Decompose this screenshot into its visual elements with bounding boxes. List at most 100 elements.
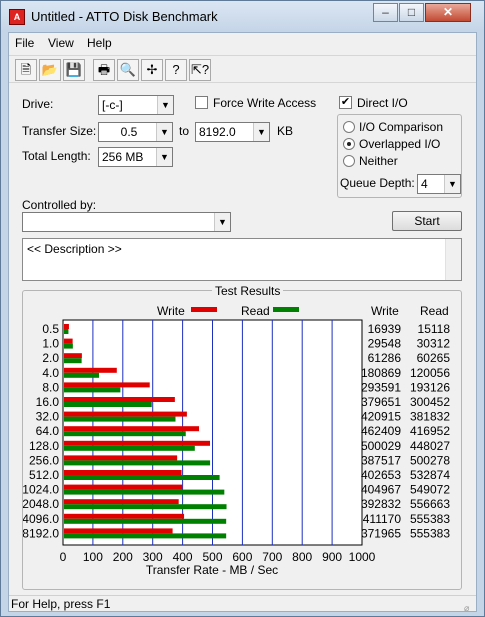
transfer-size-label: 32.0 bbox=[36, 410, 60, 424]
read-bar bbox=[64, 518, 227, 524]
chevron-down-icon[interactable]: ▼ bbox=[444, 175, 460, 193]
client-area: File View Help 🗎 📂 💾 🖶 🔍 ✢ ? ⇱? Drive: [… bbox=[8, 32, 477, 613]
app-window: A Untitled - ATTO Disk Benchmark – □ ✕ F… bbox=[0, 0, 485, 617]
transfer-size-label: 512.0 bbox=[29, 468, 59, 482]
write-legend-swatch bbox=[191, 307, 217, 312]
read-rate-value: 549072 bbox=[410, 483, 450, 497]
save-icon[interactable]: 💾 bbox=[63, 59, 85, 81]
read-bar bbox=[64, 358, 82, 364]
read-rate-value: 416952 bbox=[410, 424, 450, 438]
write-bar bbox=[64, 484, 183, 490]
write-bar bbox=[64, 353, 82, 359]
transfer-size-label: 4096.0 bbox=[23, 512, 59, 526]
close-button[interactable]: ✕ bbox=[425, 3, 471, 22]
write-bar bbox=[64, 513, 185, 519]
settings-panel: Drive: [-c-] ▼ Force Write Access ✔ Dire… bbox=[9, 84, 476, 592]
context-help-icon[interactable]: ⇱? bbox=[189, 59, 211, 81]
transfer-rate-chart: Write Read Write Read 0.5 16939 15118 1.0 29… bbox=[23, 304, 451, 577]
read-bar bbox=[64, 460, 211, 466]
controlled-by-select[interactable]: ▼ bbox=[22, 212, 231, 232]
test-results-group: Test Results Write Read Write Read 0.5 16… bbox=[22, 284, 462, 590]
read-rate-value: 60265 bbox=[417, 351, 451, 365]
read-rate-value: 381832 bbox=[410, 410, 450, 424]
transfer-size-label: 8192.0 bbox=[23, 526, 59, 540]
print-preview-icon[interactable]: 🔍 bbox=[117, 59, 139, 81]
write-rate-value: 387517 bbox=[361, 453, 401, 467]
menu-view[interactable]: View bbox=[48, 36, 74, 50]
write-bar bbox=[64, 470, 182, 475]
title-bar[interactable]: A Untitled - ATTO Disk Benchmark – □ ✕ bbox=[1, 1, 484, 31]
write-bar bbox=[64, 382, 150, 388]
write-bar bbox=[64, 411, 187, 417]
write-bar bbox=[64, 499, 179, 505]
toolbar: 🗎 📂 💾 🖶 🔍 ✢ ? ⇱? bbox=[9, 55, 476, 83]
force-write-checkbox[interactable] bbox=[195, 96, 208, 109]
new-icon[interactable]: 🗎 bbox=[15, 59, 37, 81]
write-rate-value: 371965 bbox=[361, 526, 401, 540]
transfer-from-value: 0.5 bbox=[120, 125, 138, 139]
chevron-down-icon[interactable]: ▼ bbox=[156, 123, 172, 141]
write-rate-value: 500029 bbox=[361, 439, 401, 453]
read-bar bbox=[64, 445, 195, 451]
read-rate-value: 448027 bbox=[410, 439, 450, 453]
total-length-label: Total Length: bbox=[22, 149, 91, 163]
chevron-down-icon[interactable]: ▼ bbox=[253, 123, 269, 141]
read-rate-value: 300452 bbox=[410, 395, 450, 409]
read-rate-value: 500278 bbox=[410, 453, 450, 467]
read-legend-swatch bbox=[273, 307, 299, 312]
description-box[interactable]: << Description >> bbox=[22, 238, 462, 281]
transfer-to-value: 8192.0 bbox=[199, 125, 236, 139]
drive-select[interactable]: [-c-] ▼ bbox=[98, 95, 174, 115]
read-bar bbox=[64, 372, 100, 378]
read-bar bbox=[64, 475, 220, 480]
read-bar bbox=[64, 387, 121, 393]
transfer-unit-label: KB bbox=[277, 124, 294, 138]
write-rate-value: 411170 bbox=[363, 512, 402, 526]
maximize-button[interactable]: □ bbox=[399, 3, 424, 22]
x-tick-label: 400 bbox=[173, 550, 193, 564]
transfer-size-label: 1024.0 bbox=[23, 483, 59, 497]
chevron-down-icon[interactable]: ▼ bbox=[156, 148, 172, 166]
force-write-label: Force Write Access bbox=[213, 96, 317, 110]
direct-io-label: Direct I/O bbox=[357, 96, 408, 110]
print-icon[interactable]: 🖶 bbox=[93, 59, 115, 81]
move-icon[interactable]: ✢ bbox=[141, 59, 163, 81]
resize-grip-icon[interactable]: ⌀ bbox=[464, 600, 474, 613]
io-comparison-label: I/O Comparison bbox=[359, 120, 444, 134]
menu-bar: File View Help bbox=[9, 33, 476, 53]
read-bar bbox=[64, 416, 176, 422]
open-icon[interactable]: 📂 bbox=[39, 59, 61, 81]
description-scrollbar[interactable] bbox=[445, 239, 461, 280]
drive-value: [-c-] bbox=[102, 98, 123, 112]
write-bar bbox=[64, 338, 73, 344]
chevron-down-icon[interactable]: ▼ bbox=[157, 96, 173, 114]
menu-file[interactable]: File bbox=[15, 36, 34, 50]
atto-app-icon[interactable]: A bbox=[9, 9, 25, 25]
neither-radio[interactable] bbox=[343, 155, 355, 167]
direct-io-checkbox[interactable]: ✔ bbox=[339, 96, 352, 109]
transfer-size-label: Transfer Size: bbox=[22, 124, 97, 138]
transfer-size-label: 64.0 bbox=[36, 424, 60, 438]
menu-help[interactable]: Help bbox=[87, 36, 112, 50]
transfer-from-select[interactable]: 0.5 ▼ bbox=[98, 122, 173, 142]
help-icon[interactable]: ? bbox=[165, 59, 187, 81]
transfer-to-select[interactable]: 8192.0 ▼ bbox=[195, 122, 270, 142]
read-bar bbox=[64, 343, 73, 349]
overlapped-io-radio[interactable] bbox=[343, 138, 355, 150]
chevron-down-icon[interactable]: ▼ bbox=[214, 213, 230, 231]
read-bar bbox=[64, 504, 227, 510]
start-button[interactable]: Start bbox=[392, 211, 462, 231]
io-comparison-radio[interactable] bbox=[343, 121, 355, 133]
minimize-button[interactable]: – bbox=[373, 3, 398, 22]
read-rate-value: 120056 bbox=[410, 366, 450, 380]
write-rate-value: 420915 bbox=[361, 410, 401, 424]
transfer-size-label: 4.0 bbox=[42, 366, 59, 380]
write-legend-label: Write bbox=[157, 304, 185, 318]
read-rate-value: 532874 bbox=[410, 468, 450, 482]
write-rate-value: 404967 bbox=[361, 483, 401, 497]
queue-depth-select[interactable]: 4 ▼ bbox=[417, 174, 461, 194]
total-length-select[interactable]: 256 MB ▼ bbox=[98, 147, 173, 167]
overlapped-io-label: Overlapped I/O bbox=[359, 137, 441, 151]
read-rate-value: 193126 bbox=[410, 380, 450, 394]
read-bar bbox=[64, 402, 152, 407]
